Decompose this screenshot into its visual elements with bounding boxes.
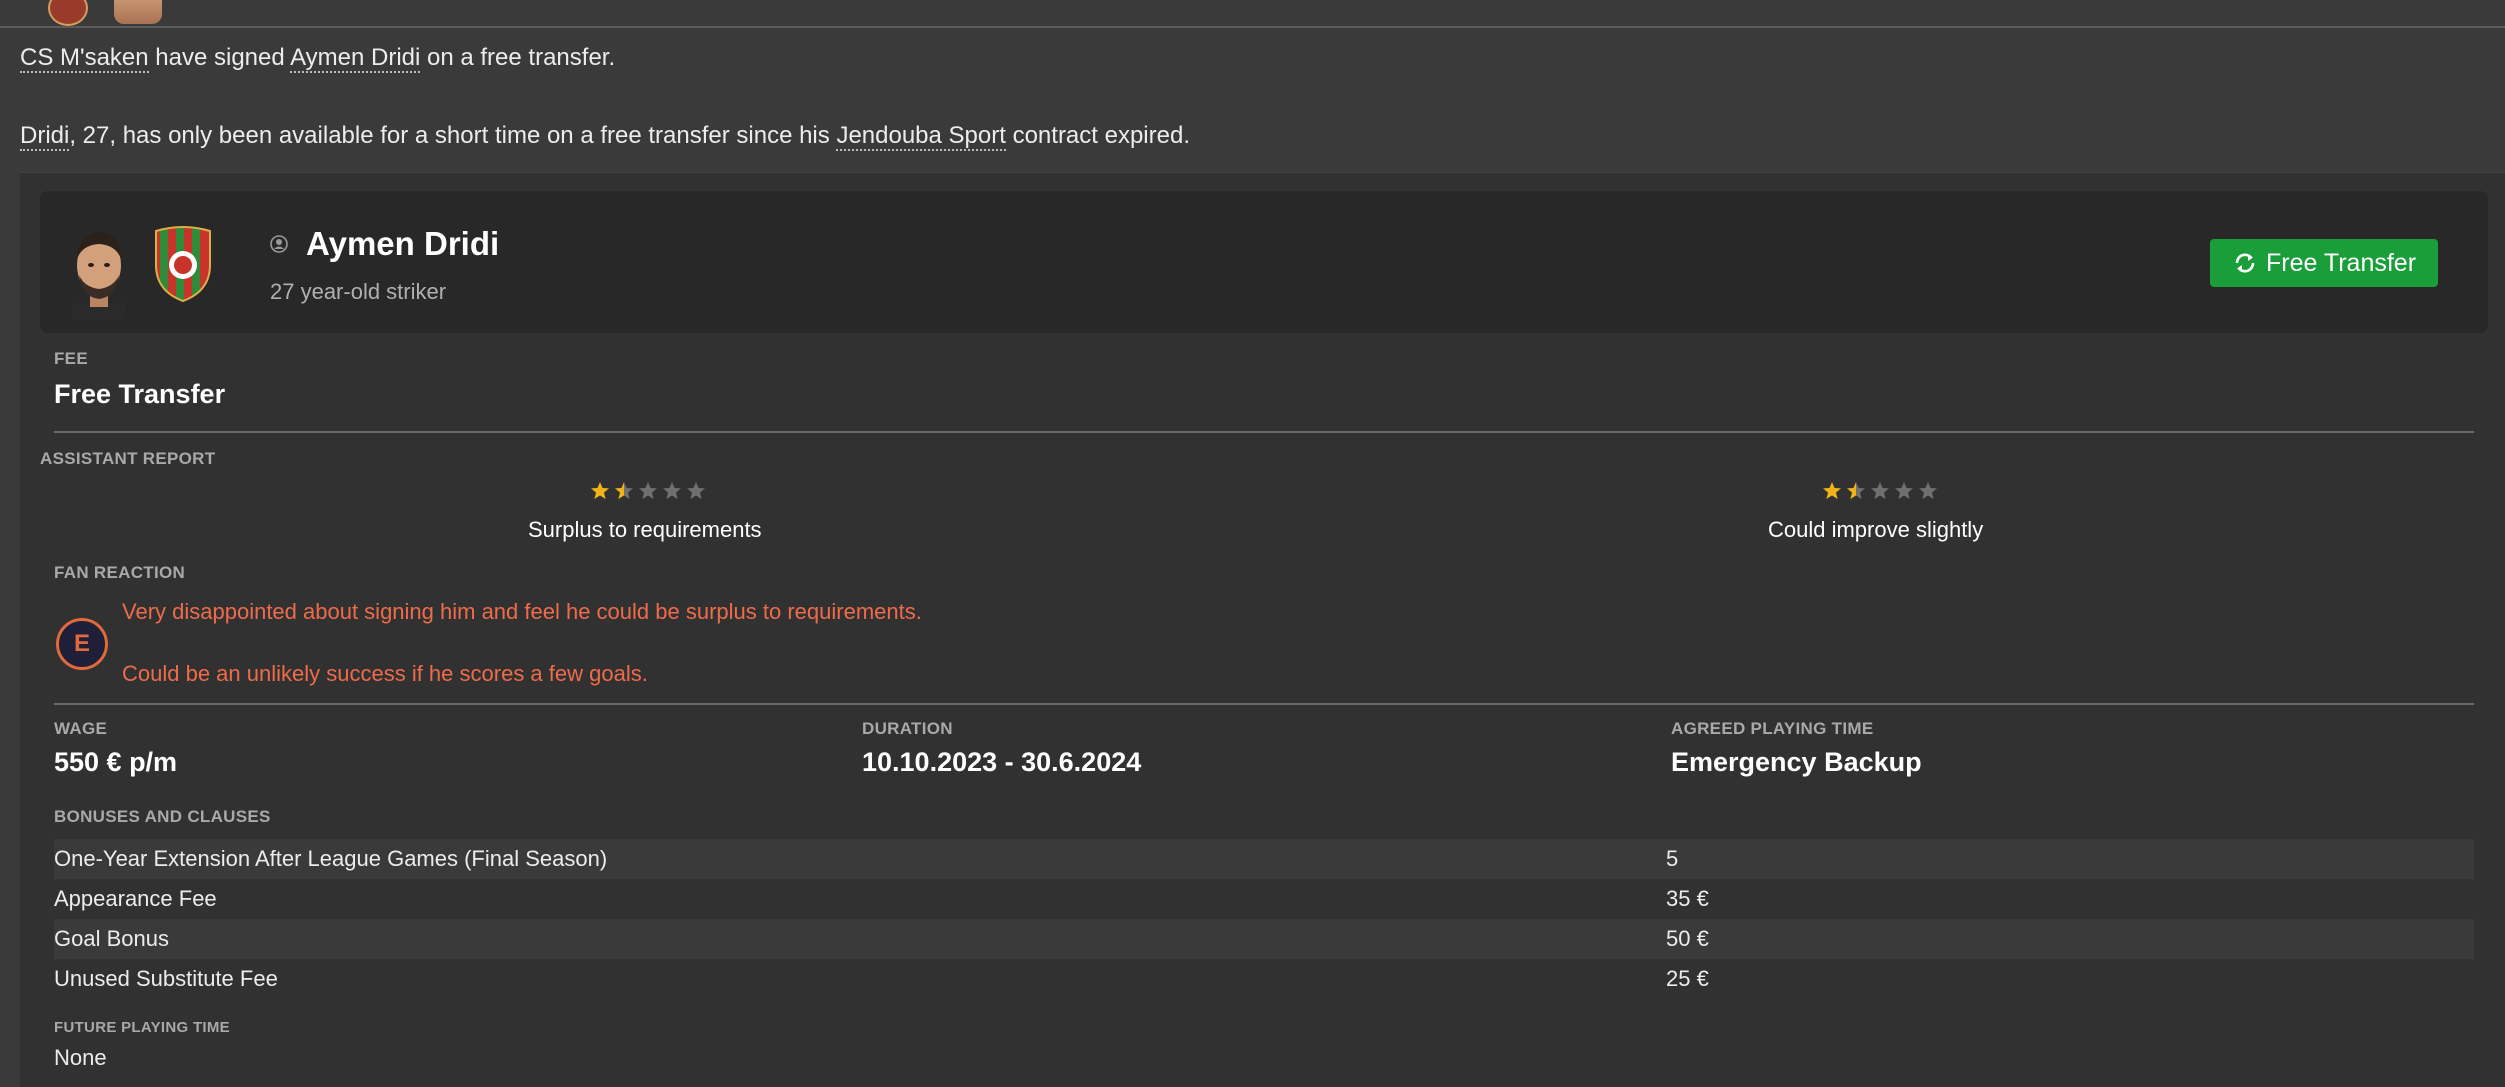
club-link[interactable]: CS M'saken bbox=[20, 44, 149, 73]
fan-reaction-line: Very disappointed about signing him and … bbox=[122, 599, 922, 624]
table-row: One-Year Extension After League Games (F… bbox=[54, 839, 2474, 879]
fan-reaction-label: FAN REACTION bbox=[54, 563, 186, 582]
assistant-report-label: ASSISTANT REPORT bbox=[40, 449, 216, 468]
wage-label: WAGE bbox=[54, 719, 108, 738]
player-link[interactable]: Aymen Dridi bbox=[290, 44, 421, 73]
news-headline: CS M'saken have signed Aymen Dridi on a … bbox=[20, 44, 616, 73]
fee-value: Free Transfer bbox=[54, 379, 226, 409]
free-transfer-button-label: Free Transfer bbox=[2265, 248, 2417, 277]
playing-time-label: AGREED PLAYING TIME bbox=[1671, 719, 1874, 738]
transfer-details-panel: Aymen Dridi 27 year-old striker Free Tra… bbox=[20, 172, 2505, 1087]
star-full-icon bbox=[1823, 482, 1841, 499]
star-empty-icon bbox=[1895, 482, 1913, 499]
player-name[interactable]: Aymen Dridi bbox=[306, 225, 499, 263]
player-face-icon bbox=[114, 0, 162, 24]
divider bbox=[54, 703, 2474, 705]
star-rating-right bbox=[1822, 481, 1938, 501]
divider bbox=[54, 431, 2474, 433]
player-header: Aymen Dridi 27 year-old striker Free Tra… bbox=[40, 191, 2488, 333]
star-empty-icon bbox=[663, 482, 681, 499]
player-face-icon[interactable] bbox=[66, 223, 132, 319]
club-crest-icon[interactable] bbox=[152, 225, 214, 303]
fan-reaction-badge-icon: E bbox=[56, 618, 108, 670]
rating-text-right: Could improve slightly bbox=[1768, 517, 1984, 542]
fan-reaction-line: Could be an unlikely success if he score… bbox=[122, 661, 648, 686]
star-empty-icon bbox=[639, 482, 657, 499]
player-subtitle: 27 year-old striker bbox=[270, 279, 447, 304]
star-empty-icon bbox=[687, 482, 705, 499]
star-rating-left bbox=[590, 481, 706, 501]
table-row: Goal Bonus 50 € bbox=[54, 919, 2474, 959]
table-row: Unused Substitute Fee 25 € bbox=[54, 966, 1709, 991]
fee-label: FEE bbox=[54, 349, 88, 368]
star-full-icon bbox=[591, 482, 609, 499]
star-half-icon bbox=[1847, 482, 1865, 499]
refresh-icon bbox=[2235, 253, 2255, 273]
duration-value: 10.10.2023 - 30.6.2024 bbox=[862, 747, 1142, 777]
playing-time-value: Emergency Backup bbox=[1671, 747, 1922, 777]
free-transfer-button[interactable]: Free Transfer bbox=[2210, 239, 2438, 287]
club-badge-icon bbox=[48, 0, 88, 26]
bonuses-label: BONUSES AND CLAUSES bbox=[54, 807, 271, 826]
former-club-link[interactable]: Jendouba Sport bbox=[836, 122, 1006, 151]
duration-label: DURATION bbox=[862, 719, 953, 738]
rating-text-left: Surplus to requirements bbox=[528, 517, 762, 542]
star-empty-icon bbox=[1871, 482, 1889, 499]
star-half-icon bbox=[615, 482, 633, 499]
person-icon bbox=[270, 235, 288, 253]
future-playing-time-value: None bbox=[54, 1045, 107, 1070]
future-playing-time-label: FUTURE PLAYING TIME bbox=[54, 1019, 230, 1036]
wage-value: 550 € p/m bbox=[54, 747, 178, 777]
table-row: Appearance Fee 35 € bbox=[54, 886, 1709, 911]
star-empty-icon bbox=[1919, 482, 1937, 499]
player-link[interactable]: Dridi bbox=[20, 122, 70, 151]
previous-item-strip bbox=[0, 0, 2505, 28]
news-body: Dridi, 27, has only been available for a… bbox=[20, 122, 1190, 151]
